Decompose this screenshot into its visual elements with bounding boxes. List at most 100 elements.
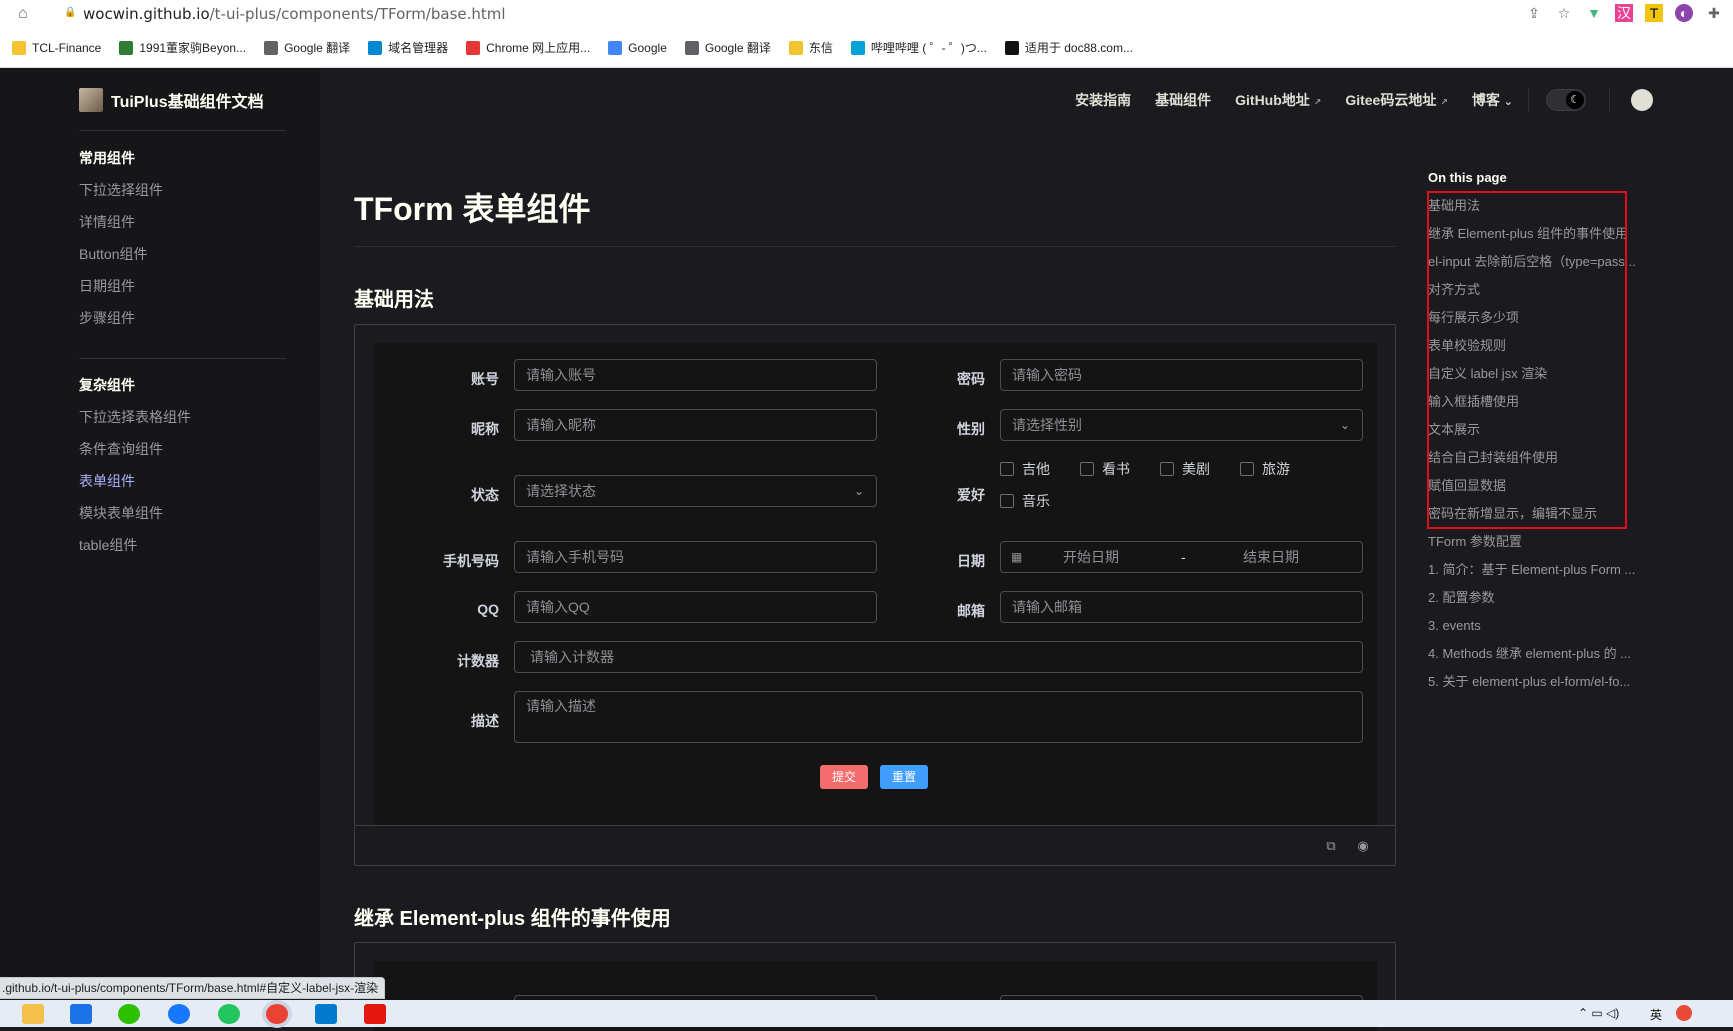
nav-components[interactable]: 基础组件: [1155, 90, 1211, 110]
account-label: 账号: [471, 371, 499, 387]
wechat-icon[interactable]: [118, 1004, 140, 1024]
nav-install[interactable]: 安装指南: [1075, 90, 1131, 110]
bookmark-item[interactable]: 东信: [788, 39, 833, 56]
vue-devtools-icon[interactable]: ▼: [1585, 4, 1603, 22]
puzzle-icon[interactable]: ✚: [1705, 4, 1723, 22]
external-link-icon: ↗: [1313, 97, 1322, 107]
sogou-icon[interactable]: [1676, 1005, 1692, 1021]
bookmark-item[interactable]: 适用于 doc88.com...: [1004, 39, 1133, 56]
sidebar-item[interactable]: table组件: [79, 529, 191, 561]
sidebar-item[interactable]: 日期组件: [79, 270, 163, 302]
ime-indicator[interactable]: 英: [1650, 1006, 1662, 1023]
password-label: 密码: [957, 371, 985, 387]
email-label: 邮箱: [957, 603, 985, 619]
share-icon[interactable]: ⇪: [1525, 4, 1543, 22]
bookmark-item[interactable]: 哔哩哔哩 ( ゜- ゜)つ...: [850, 39, 987, 56]
divider: [354, 246, 1396, 247]
extension-icon[interactable]: T: [1645, 4, 1663, 22]
status-label: 状态: [471, 487, 499, 503]
sidebar-item[interactable]: 下拉选择表格组件: [79, 401, 191, 433]
home-icon[interactable]: ⌂: [18, 4, 38, 24]
sidebar-item[interactable]: Button组件: [79, 238, 163, 270]
nickname-input[interactable]: 请输入昵称: [514, 409, 877, 441]
section-heading: 基础用法: [354, 289, 434, 311]
account-input[interactable]: 请输入账号: [514, 359, 877, 391]
lock-icon[interactable]: 🔒: [64, 7, 76, 19]
chrome-icon[interactable]: [266, 1004, 288, 1024]
sidebar-item[interactable]: 条件查询组件: [79, 433, 191, 465]
phone-input[interactable]: 请输入手机号码: [514, 541, 877, 573]
nav-blog-dropdown[interactable]: 博客 ⌄: [1472, 90, 1513, 110]
email-input[interactable]: 请输入邮箱: [1000, 591, 1363, 623]
youdao-icon[interactable]: [364, 1004, 386, 1024]
app-icon[interactable]: [218, 1004, 240, 1024]
eye-icon[interactable]: ◉: [1355, 838, 1371, 854]
demo-block: 账号 请输入账号 密码 请输入密码 昵称 请输入昵称 性别 请选择性别 ⌄ 状态 …: [354, 324, 1396, 866]
section-heading: 继承 Element-plus 组件的事件使用: [354, 908, 671, 930]
toc-item[interactable]: 2. 配置参数: [1428, 584, 1658, 612]
file-explorer-icon[interactable]: [22, 1004, 44, 1024]
theme-toggle[interactable]: ☾: [1546, 89, 1586, 111]
divider: [79, 358, 286, 359]
chevron-down-icon: ⌄: [1503, 96, 1513, 108]
hobby-checkbox[interactable]: 美剧: [1160, 459, 1210, 479]
bookmark-icon: [850, 40, 865, 55]
sidebar-item[interactable]: 步骤组件: [79, 302, 163, 334]
bookmark-icon: [264, 40, 279, 55]
bookmark-icon: [119, 40, 134, 55]
sidebar-item[interactable]: 模块表单组件: [79, 497, 191, 529]
toc-item[interactable]: 5. 关于 element-plus el-form/el-fo...: [1428, 668, 1658, 696]
status-select[interactable]: 请选择状态 ⌄: [514, 475, 877, 507]
sidebar-item[interactable]: 下拉选择组件: [79, 174, 163, 206]
extension-icon[interactable]: ◐: [1675, 4, 1693, 22]
qq-input[interactable]: 请输入QQ: [514, 591, 877, 623]
sidebar-item[interactable]: 详情组件: [79, 206, 163, 238]
hobby-label: 爱好: [957, 487, 985, 503]
gender-select[interactable]: 请选择性别 ⌄: [1000, 409, 1363, 441]
github-icon[interactable]: [1631, 89, 1653, 111]
nav-github[interactable]: GitHub地址 ↗: [1235, 90, 1321, 110]
chevron-down-icon: ⌄: [1339, 418, 1350, 432]
desc-textarea[interactable]: 请输入描述: [514, 691, 1363, 743]
counter-input[interactable]: 请输入计数器: [514, 641, 1363, 673]
hobby-checkbox[interactable]: 音乐: [1000, 491, 1050, 511]
nav-gitee[interactable]: Gitee码云地址 ↗: [1345, 90, 1448, 110]
app-icon[interactable]: [70, 1004, 92, 1024]
calendar-icon: ▦: [1011, 550, 1023, 564]
toc-item[interactable]: 4. Methods 继承 element-plus 的 ...: [1428, 640, 1658, 668]
star-icon[interactable]: ☆: [1555, 4, 1573, 22]
copy-icon[interactable]: ⧉: [1323, 838, 1339, 854]
hobby-checkbox[interactable]: 看书: [1080, 459, 1130, 479]
bookmark-icon: [466, 40, 481, 55]
tray-icons[interactable]: ⌃ ▭ ◁): [1578, 1006, 1619, 1020]
address-field[interactable]: wocwin.github.io/t-ui-plus/components/TF…: [83, 5, 506, 23]
vscode-icon[interactable]: [315, 1004, 337, 1024]
hobby-checkbox[interactable]: 旅游: [1240, 459, 1290, 479]
link-status-bar: .github.io/t-ui-plus/components/TForm/ba…: [0, 977, 386, 999]
extension-icon[interactable]: 汉: [1615, 4, 1633, 22]
bookmark-item[interactable]: 1991董家驹Beyon...: [119, 39, 246, 56]
bookmark-item[interactable]: Google: [608, 40, 667, 55]
bookmark-icon: [608, 40, 623, 55]
divider: [1609, 88, 1610, 112]
date-range-picker[interactable]: ▦ 开始日期 - 结束日期: [1000, 541, 1363, 573]
reset-button[interactable]: 重置: [880, 765, 928, 789]
bookmark-item[interactable]: Chrome 网上应用...: [466, 39, 590, 56]
bookmark-item[interactable]: TCL-Finance: [12, 40, 101, 55]
sidebar-item-active[interactable]: 表单组件: [79, 465, 191, 497]
bookmark-item[interactable]: 域名管理器: [368, 39, 448, 56]
submit-button[interactable]: 提交: [820, 765, 868, 789]
moon-icon: ☾: [1566, 91, 1584, 109]
brand-logo[interactable]: TuiPlus基础组件文档: [79, 88, 264, 112]
toc-item[interactable]: 1. 简介：基于 Element-plus Form ...: [1428, 556, 1658, 584]
qq-label: QQ: [477, 601, 499, 617]
bookmark-item[interactable]: Google 翻译: [684, 39, 771, 56]
bookmark-item[interactable]: Google 翻译: [264, 39, 350, 56]
app-icon[interactable]: [168, 1004, 190, 1024]
hobby-checkbox[interactable]: 吉他: [1000, 459, 1050, 479]
toc-item[interactable]: 3. events: [1428, 612, 1658, 640]
divider: [79, 130, 286, 131]
password-input[interactable]: 请输入密码: [1000, 359, 1363, 391]
nickname-label: 昵称: [471, 421, 499, 437]
toc-item[interactable]: TForm 参数配置: [1428, 528, 1658, 556]
